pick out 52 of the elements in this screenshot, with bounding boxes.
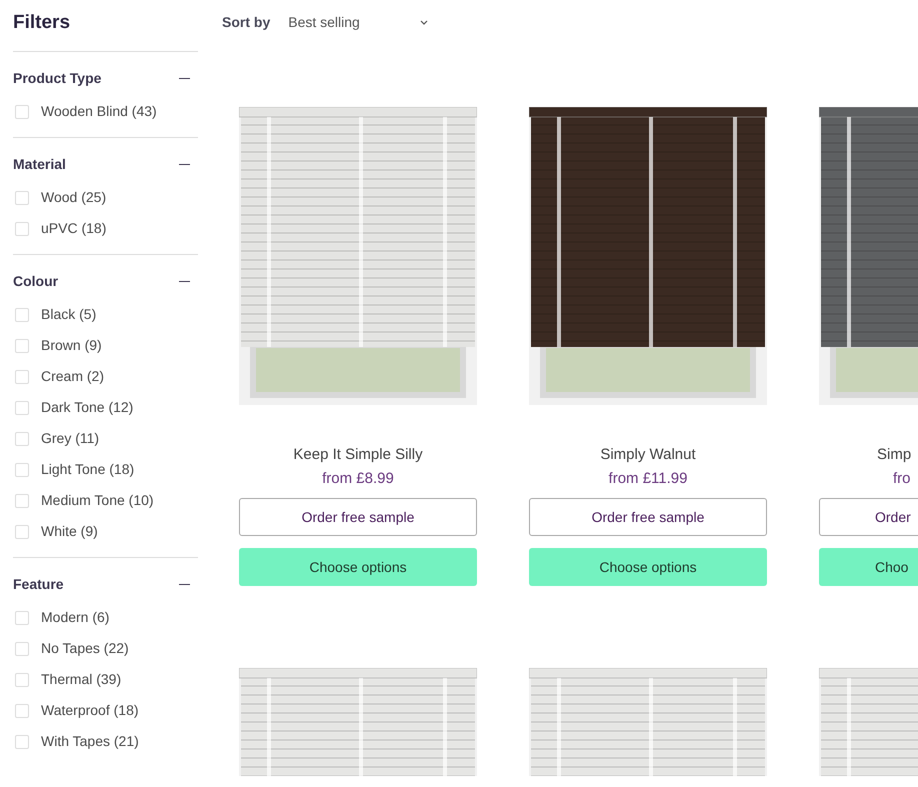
sort-dropdown[interactable]: Best selling	[288, 12, 428, 32]
filter-option[interactable]: No Tapes (22)	[41, 638, 129, 659]
filter-option[interactable]: Wood (25)	[41, 187, 106, 208]
product-price: from £11.99	[608, 469, 688, 489]
product-price: from £8.99	[322, 469, 394, 489]
product-name[interactable]: Keep It Simple Silly	[293, 444, 423, 468]
order-sample-button[interactable]: Order free sample	[239, 498, 477, 536]
checkbox[interactable]	[15, 704, 29, 718]
checkbox[interactable]	[15, 222, 29, 236]
filter-option[interactable]: Medium Tone (10)	[41, 490, 154, 511]
product-name[interactable]: Simp	[819, 444, 918, 468]
filter-option[interactable]: uPVC (18)	[41, 218, 106, 239]
choose-options-button[interactable]: Choose options	[529, 548, 767, 586]
filter-option[interactable]: Wooden Blind (43)	[41, 101, 157, 122]
choose-options-button[interactable]: Choo	[819, 548, 918, 586]
checkbox[interactable]	[15, 432, 29, 446]
filter-option[interactable]: Thermal (39)	[41, 669, 122, 690]
checkbox[interactable]	[15, 672, 29, 686]
filter-option[interactable]: Black (5)	[41, 304, 96, 325]
product-name[interactable]: Simply Walnut	[600, 444, 696, 468]
order-sample-button[interactable]: Order	[819, 498, 918, 536]
filter-option[interactable]: Waterproof (18)	[41, 700, 139, 721]
checkbox[interactable]	[15, 610, 29, 624]
checkbox[interactable]	[15, 370, 29, 384]
chevron-down-icon	[420, 20, 428, 24]
checkbox[interactable]	[15, 524, 29, 538]
filter-option[interactable]: Dark Tone (12)	[41, 397, 134, 418]
filters-heading: Filters	[13, 11, 72, 35]
checkbox[interactable]	[15, 308, 29, 322]
filter-option[interactable]: Modern (6)	[41, 607, 110, 628]
filter-option[interactable]: Grey (11)	[41, 428, 100, 449]
checkbox[interactable]	[15, 190, 29, 204]
filter-option[interactable]: Cream (2)	[41, 366, 104, 387]
product-price: fro	[892, 469, 912, 489]
checkbox[interactable]	[15, 734, 29, 748]
checkbox[interactable]	[15, 400, 29, 414]
checkbox[interactable]	[15, 104, 29, 118]
section-heading: Product Type	[13, 68, 102, 88]
checkbox[interactable]	[15, 642, 29, 656]
filter-option[interactable]: With Tapes (21)	[41, 731, 139, 752]
filter-option[interactable]: Light Tone (18)	[41, 459, 134, 480]
section-heading: Colour	[13, 272, 58, 290]
filter-option[interactable]: White (9)	[41, 521, 98, 542]
checkbox[interactable]	[15, 462, 29, 476]
filter-option[interactable]: Brown (9)	[41, 335, 102, 356]
checkbox[interactable]	[15, 494, 29, 508]
checkbox[interactable]	[15, 338, 29, 352]
sort-label: Sort by	[222, 12, 270, 32]
order-sample-button[interactable]: Order free sample	[529, 498, 767, 536]
section-heading: Material	[13, 154, 66, 174]
choose-options-button[interactable]: Choose options	[239, 548, 477, 586]
section-heading: Feature	[13, 574, 64, 594]
